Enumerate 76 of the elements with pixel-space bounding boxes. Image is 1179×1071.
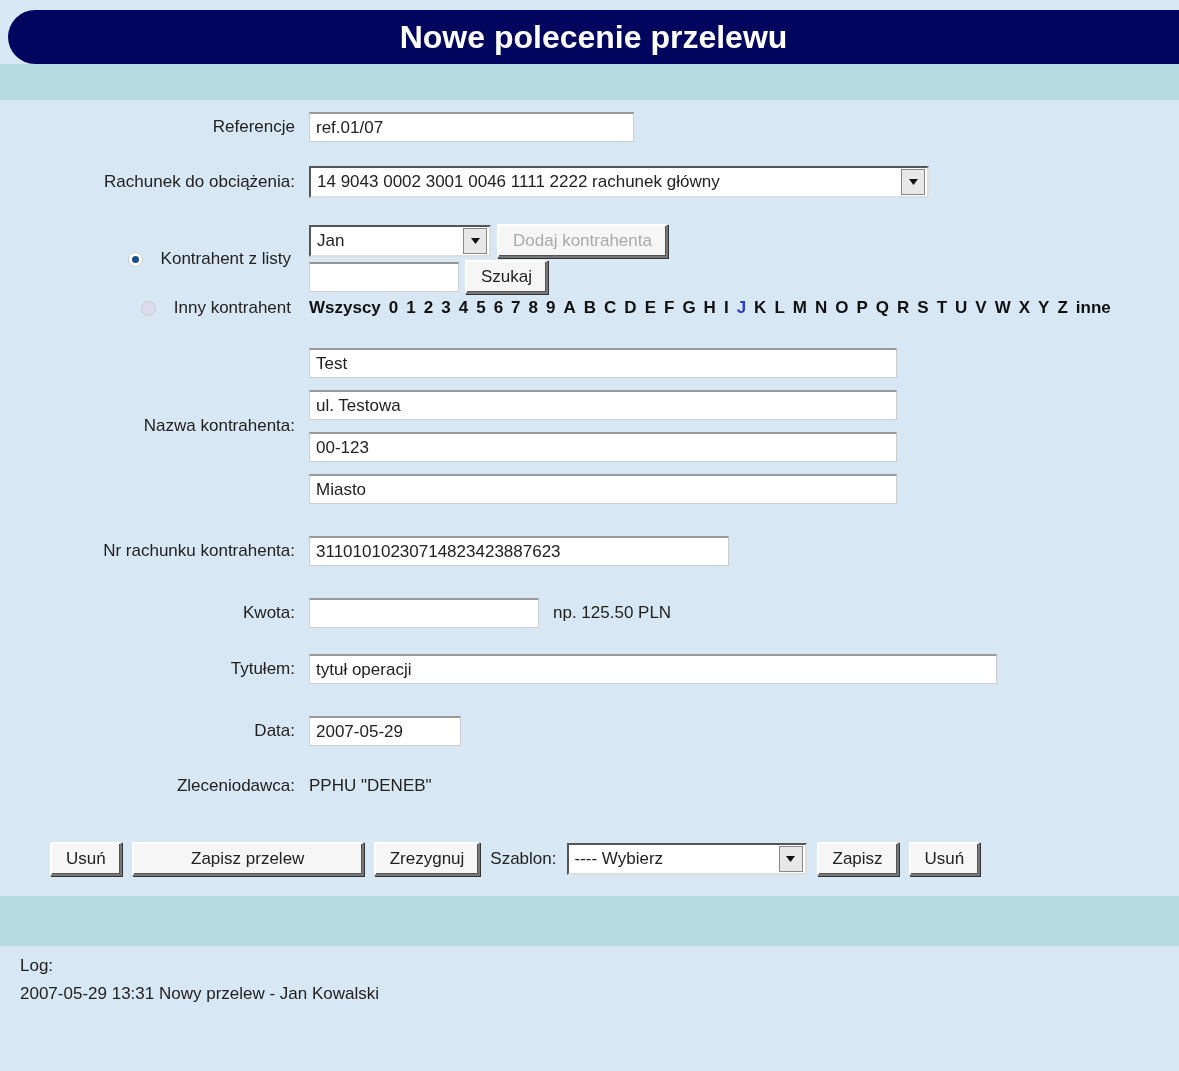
input-field[interactable]: ul. Testowa xyxy=(309,390,897,420)
letter-link[interactable]: G xyxy=(682,298,696,318)
letter-link[interactable]: H xyxy=(703,298,716,318)
letter-link[interactable]: 4 xyxy=(458,298,469,318)
letter-link[interactable]: L xyxy=(774,298,785,318)
log-entry: 2007-05-29 13:31 Nowy przelew - Jan Kowalski xyxy=(20,984,381,1004)
input-field[interactable]: Test xyxy=(309,348,897,378)
letter-link[interactable]: inne xyxy=(1075,298,1111,318)
input-field[interactable]: 31101010230714823423887623 xyxy=(309,536,729,566)
letter-link[interactable]: 8 xyxy=(528,298,539,318)
delete-template-button[interactable]: Usuń xyxy=(908,842,981,876)
letter-link[interactable]: Y xyxy=(1038,298,1050,318)
dropdown-arrow-icon xyxy=(470,238,480,244)
letter-link[interactable]: 0 xyxy=(388,298,399,318)
letter-link[interactable]: U xyxy=(955,298,968,318)
letter-link[interactable]: S xyxy=(917,298,929,318)
letter-link[interactable]: E xyxy=(644,298,656,318)
save-button[interactable]: Zapisz xyxy=(816,842,899,876)
log-label: Log: xyxy=(20,956,55,976)
letter-link[interactable]: Wszyscy xyxy=(309,298,381,318)
field-label: Referencje xyxy=(212,117,295,137)
radio-option[interactable]: Kontrahent z listy xyxy=(127,249,295,269)
dropdown-arrow-icon xyxy=(786,856,795,862)
letter-link[interactable]: X xyxy=(1018,298,1031,318)
field-label: Nazwa kontrahenta: xyxy=(143,416,295,436)
delete-button[interactable]: Usuń xyxy=(50,842,122,876)
dropdown-arrow-icon xyxy=(908,179,918,185)
letter-link[interactable]: M xyxy=(792,298,807,318)
amount-field[interactable] xyxy=(309,598,539,628)
letter-link[interactable]: 6 xyxy=(493,298,504,318)
letter-link[interactable]: W xyxy=(994,298,1011,318)
letter-link[interactable]: Q xyxy=(875,298,890,318)
letter-link[interactable]: P xyxy=(856,298,868,318)
template-select[interactable]: ---- Wybierz xyxy=(566,843,807,875)
letter-link[interactable]: D xyxy=(624,298,637,318)
letter-link[interactable]: I xyxy=(723,298,729,318)
letter-link[interactable]: O xyxy=(835,298,849,318)
radio-option[interactable]: Inny kontrahent xyxy=(140,298,295,318)
letter-link[interactable]: C xyxy=(604,298,617,318)
letter-link[interactable]: 5 xyxy=(476,298,486,318)
field-label: Zleceniodawca: xyxy=(176,776,295,796)
input-field[interactable]: Miasto xyxy=(309,474,897,504)
field-label: Rachunek do obciążenia: xyxy=(104,172,295,192)
letter-link[interactable]: 1 xyxy=(406,298,416,318)
letter-link[interactable]: T xyxy=(936,298,948,318)
letter-link[interactable]: F xyxy=(664,298,675,318)
counterparty-select[interactable]: Jan xyxy=(309,225,491,257)
letter-link[interactable]: K xyxy=(754,298,767,318)
template-label: Szablon: xyxy=(490,849,557,869)
input-field[interactable]: tytuł operacji xyxy=(309,654,997,684)
amount-hint: np. 125.50 PLN xyxy=(553,603,672,623)
field-label: Tytułem: xyxy=(230,659,295,679)
letter-link[interactable]: J xyxy=(736,298,747,318)
search-field[interactable] xyxy=(309,262,459,292)
letter-link[interactable]: 9 xyxy=(546,298,556,318)
letter-link[interactable]: A xyxy=(563,298,576,318)
account-select[interactable]: 14 9043 0002 3001 0046 1111 2222 rachunek główny xyxy=(309,166,929,198)
field-label: Nr rachunku kontrahenta: xyxy=(103,541,295,561)
letter-link[interactable]: Z xyxy=(1057,298,1068,318)
field-label: Kwota: xyxy=(243,603,295,623)
letter-link[interactable]: 3 xyxy=(441,298,451,318)
letter-link[interactable]: 7 xyxy=(511,298,521,318)
input-field[interactable]: 00-123 xyxy=(309,432,897,462)
letter-link[interactable]: 2 xyxy=(423,298,434,318)
save-transfer-button[interactable]: Zapisz przelew xyxy=(131,842,364,876)
letter-link[interactable]: B xyxy=(583,298,597,318)
input-field[interactable]: ref.01/07 xyxy=(309,112,634,142)
letter-link[interactable]: R xyxy=(897,298,910,318)
page-title: Nowe polecenie przelewu xyxy=(8,10,1179,64)
cancel-button[interactable]: Zrezygnuj xyxy=(373,842,481,876)
letter-link[interactable]: V xyxy=(975,298,987,318)
date-field[interactable]: 2007-05-29 xyxy=(309,716,461,746)
field-label: Data: xyxy=(254,721,295,741)
field-value: PPHU "DENEB" xyxy=(309,776,433,796)
letter-link[interactable]: N xyxy=(814,298,828,318)
search-button[interactable]: Szukaj xyxy=(465,260,549,294)
